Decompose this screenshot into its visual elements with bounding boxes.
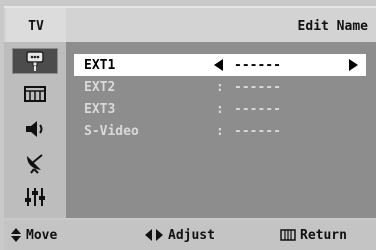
up-down-icon [11,228,21,242]
row-separator: : [216,101,224,117]
row-value: ------ [234,79,281,95]
move-label: Move [26,227,58,243]
page-title: Edit Name [297,18,368,34]
input-icon[interactable] [12,48,58,74]
row-separator: : [216,123,224,139]
row-value: ------ [234,57,281,73]
row-value: ------ [234,101,281,117]
sidebar [4,42,66,218]
tv-osd-screen: TV Edit Name EXT1 ------ EXT2: ------ E… [0,0,376,250]
footer-move: Move [10,220,57,250]
arrow-left-icon[interactable] [214,59,223,71]
row-separator: : [216,79,224,95]
row-label: EXT1 [84,57,116,73]
footer-bar: Move Adjust Return [4,220,376,250]
menu-icon [280,229,296,241]
footer-adjust: Adjust [144,220,215,250]
edit-name-panel: EXT1 ------ EXT2 : ------ EXT3 : ------ … [66,42,376,218]
setup-icon[interactable] [12,184,58,210]
channel-icon[interactable] [12,150,58,176]
row-value: ------ [234,123,281,139]
footer-return: Return [280,220,347,250]
sound-icon[interactable] [12,116,58,142]
return-label: Return [300,227,347,243]
row-label: S-Video [84,123,139,139]
header-bar: TV Edit Name [4,6,376,44]
row-ext3[interactable]: EXT3 : ------ [74,98,366,120]
arrow-right-icon[interactable] [349,59,358,71]
menu-tab-tv[interactable]: TV [6,8,66,44]
row-ext2[interactable]: EXT2 : ------ [74,76,366,98]
menu-label: TV [28,18,44,34]
picture-icon[interactable] [12,82,58,108]
row-label: EXT2 [84,79,116,95]
left-right-icon [145,229,163,241]
row-s-video[interactable]: S-Video : ------ [74,120,366,142]
row-label: EXT3 [84,101,116,117]
row-ext1[interactable]: EXT1 ------ [74,54,366,76]
adjust-label: Adjust [168,227,215,243]
